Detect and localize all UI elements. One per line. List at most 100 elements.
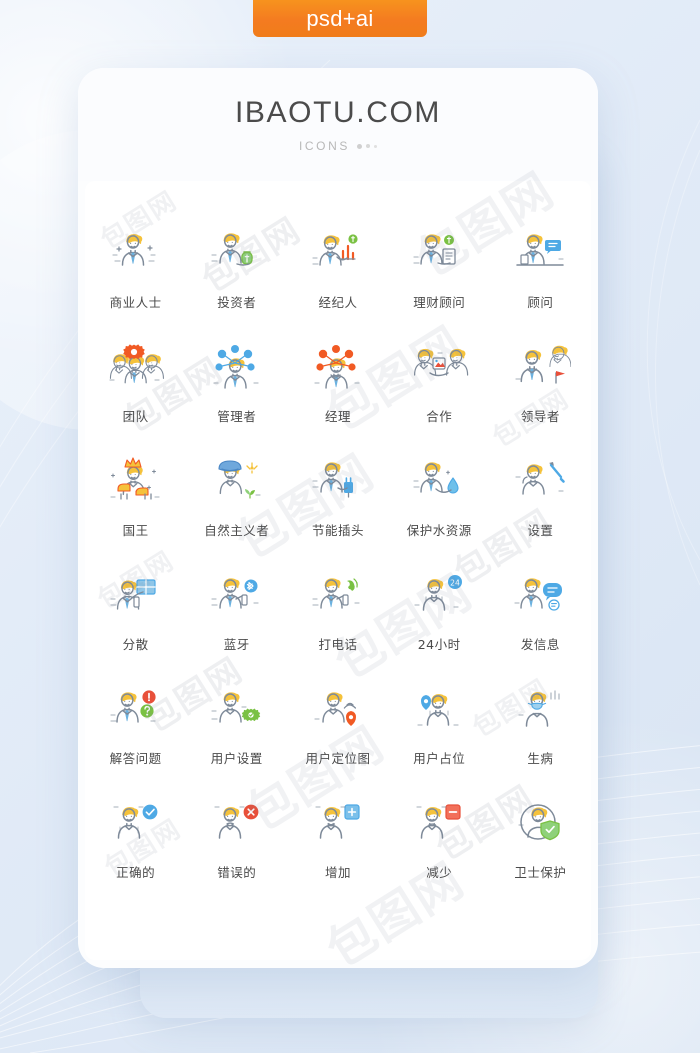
icon-label: 理财顾问 — [413, 295, 466, 310]
icon-cell-settings[interactable]: 设置 — [490, 449, 591, 563]
icon-cell-king[interactable]: 国王 — [85, 449, 186, 563]
icon-cell-wrong[interactable]: 错误的 — [186, 791, 287, 905]
icon-cell-cooperation[interactable]: 合作 — [389, 335, 490, 449]
person-mask-icon — [509, 681, 571, 737]
icon-cell-consultant[interactable]: 顾问 — [490, 221, 591, 335]
person-check-blue-icon — [105, 795, 167, 851]
icon-label: 用户占位 — [413, 751, 466, 766]
icon-cell-make-call[interactable]: 打电话 — [287, 563, 388, 677]
person-message-icon — [509, 567, 571, 623]
icon-label: 增加 — [324, 865, 351, 880]
icon-label: 设置 — [527, 523, 554, 538]
person-shield-green-icon — [509, 795, 571, 851]
icon-cell-director[interactable]: 经理 — [287, 335, 388, 449]
icon-label: 团队 — [122, 409, 149, 424]
person-bluetooth-icon — [206, 567, 268, 623]
icon-label: 蓝牙 — [223, 637, 250, 652]
icon-cell-manager[interactable]: 管理者 — [186, 335, 287, 449]
icon-cell-investor[interactable]: 投资者 — [186, 221, 287, 335]
icon-label: 经纪人 — [318, 295, 358, 310]
icon-label: 商业人士 — [109, 295, 162, 310]
icon-cell-leader[interactable]: 领导者 — [490, 335, 591, 449]
person-cross-red-icon — [206, 795, 268, 851]
icon-cell-send-message[interactable]: 发信息 — [490, 563, 591, 677]
page-subtitle: ICONS — [298, 139, 350, 153]
person-desk-chat-icon — [509, 225, 571, 281]
ellipsis-dots-icon — [357, 143, 377, 149]
icon-label: 24小时 — [417, 637, 461, 652]
icon-cell-sick[interactable]: 生病 — [490, 677, 591, 791]
person-minus-red-icon — [408, 795, 470, 851]
person-moneybag-icon — [206, 225, 268, 281]
person-sparkle-icon — [105, 225, 167, 281]
icon-cell-user-location-map[interactable]: 用户定位图 — [287, 677, 388, 791]
psd-ai-badge-label: psd+ai — [306, 5, 374, 31]
person-hat-plant-icon — [206, 453, 268, 509]
person-network-orange-icon — [307, 339, 369, 395]
icon-label: 正确的 — [116, 865, 156, 880]
person-waterdrop-icon — [408, 453, 470, 509]
icon-cell-guard-protect[interactable]: 卫士保护 — [490, 791, 591, 905]
icon-label: 节能插头 — [311, 523, 364, 538]
icon-label: 经理 — [324, 409, 351, 424]
icon-label: 投资者 — [217, 295, 257, 310]
icon-cell-answer-question[interactable]: 解答问题 — [85, 677, 186, 791]
person-plus-blue-icon — [307, 795, 369, 851]
icon-cell-save-water[interactable]: 保护水资源 — [389, 449, 490, 563]
icon-label: 错误的 — [217, 865, 257, 880]
icon-label: 分散 — [122, 637, 149, 652]
card-header: IBAOTU.COM ICONS — [78, 68, 598, 181]
svg-text:24: 24 — [450, 579, 460, 588]
icon-label: 打电话 — [318, 637, 358, 652]
icon-label: 顾问 — [527, 295, 554, 310]
person-plug-icon — [307, 453, 369, 509]
person-24-badge-icon: 24 — [408, 567, 470, 623]
page-title: IBAOTU.COM — [234, 96, 441, 129]
icon-cell-correct[interactable]: 正确的 — [85, 791, 186, 905]
person-chart-icon — [307, 225, 369, 281]
icon-label: 发信息 — [520, 637, 560, 652]
subtitle-row: ICONS — [299, 139, 377, 153]
person-tools-icon — [509, 453, 571, 509]
icon-label: 自然主义者 — [204, 523, 270, 538]
icon-label: 减少 — [426, 865, 453, 880]
person-network-blue-icon — [206, 339, 268, 395]
icon-label: 用户定位图 — [305, 751, 371, 766]
icon-cell-increase[interactable]: 增加 — [287, 791, 388, 905]
icon-label: 国王 — [122, 523, 149, 538]
icon-set-card: IBAOTU.COM ICONS 商业人士 投资者 经纪人 理财顾问 顾问团队 管理者 经理… — [78, 68, 598, 968]
person-document-coin-icon — [408, 225, 470, 281]
person-gear-green-icon — [206, 681, 268, 737]
icon-cell-disperse[interactable]: 分散 — [85, 563, 186, 677]
icon-label: 用户设置 — [210, 751, 263, 766]
icon-label: 领导者 — [520, 409, 560, 424]
icon-cell-decrease[interactable]: 减少 — [389, 791, 490, 905]
person-phone-icon — [307, 567, 369, 623]
icon-grid-panel: 商业人士 投资者 经纪人 理财顾问 顾问团队 管理者 经理 合作 领导者国王 自然主义者 节能插头 保… — [85, 181, 591, 960]
icon-cell-user-settings[interactable]: 用户设置 — [186, 677, 287, 791]
person-flag-icon — [509, 339, 572, 395]
icon-cell-businessman[interactable]: 商业人士 — [85, 221, 186, 335]
icon-cell-broker[interactable]: 经纪人 — [287, 221, 388, 335]
person-screen-icon — [105, 567, 167, 623]
icon-grid: 商业人士 投资者 经纪人 理财顾问 顾问团队 管理者 经理 合作 领导者国王 自然主义者 节能插头 保… — [85, 221, 591, 905]
two-people-handshake-icon — [408, 339, 470, 395]
icon-label: 卫士保护 — [514, 865, 567, 880]
person-question-exclaim-icon — [105, 681, 167, 737]
icon-cell-user-placeholder[interactable]: 用户占位 — [389, 677, 490, 791]
icon-cell-naturalist[interactable]: 自然主义者 — [186, 449, 287, 563]
icon-cell-financial-advisor[interactable]: 理财顾问 — [389, 221, 490, 335]
psd-ai-badge: psd+ai — [253, 0, 427, 37]
person-crown-icon — [105, 453, 167, 509]
icon-label: 合作 — [426, 409, 453, 424]
icon-cell-energy-plug[interactable]: 节能插头 — [287, 449, 388, 563]
three-people-gear-icon — [105, 339, 167, 395]
person-pin-signal-icon — [307, 681, 369, 737]
icon-cell-24-hours[interactable]: 24 24小时 — [389, 563, 490, 677]
icon-label: 生病 — [527, 751, 554, 766]
icon-cell-bluetooth[interactable]: 蓝牙 — [186, 563, 287, 677]
icon-label: 保护水资源 — [406, 523, 472, 538]
icon-label: 管理者 — [217, 409, 257, 424]
person-blue-pin-icon — [408, 681, 470, 737]
icon-cell-team[interactable]: 团队 — [85, 335, 186, 449]
